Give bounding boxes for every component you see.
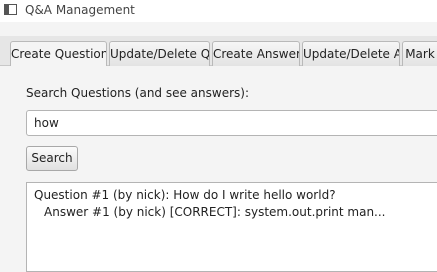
search-input[interactable] — [26, 110, 437, 136]
window-app-icon — [4, 4, 17, 15]
search-label: Search Questions (and see answers): — [26, 86, 250, 100]
result-question-line: Question #1 (by nick): How do I write he… — [34, 188, 336, 202]
window-title: Q&A Management — [25, 3, 135, 17]
tab-content-panel: Search Questions (and see answers): Sear… — [0, 66, 437, 272]
tab-mark[interactable]: Mark — [402, 41, 437, 66]
tab-update-delete-answer[interactable]: Update/Delete A — [302, 41, 400, 66]
results-text-area[interactable]: Question #1 (by nick): How do I write he… — [26, 182, 437, 272]
tab-bar: Create Question Update/Delete Q Create A… — [0, 36, 437, 67]
tab-update-delete-question[interactable]: Update/Delete Q — [109, 41, 210, 66]
tab-create-question[interactable]: Create Question — [10, 41, 107, 67]
result-answer-line: Answer #1 (by nick) [CORRECT]: system.ou… — [44, 205, 386, 219]
search-button[interactable]: Search — [26, 146, 78, 171]
window-titlebar: Q&A Management — [0, 0, 437, 22]
tab-create-answer[interactable]: Create Answer — [212, 41, 300, 66]
